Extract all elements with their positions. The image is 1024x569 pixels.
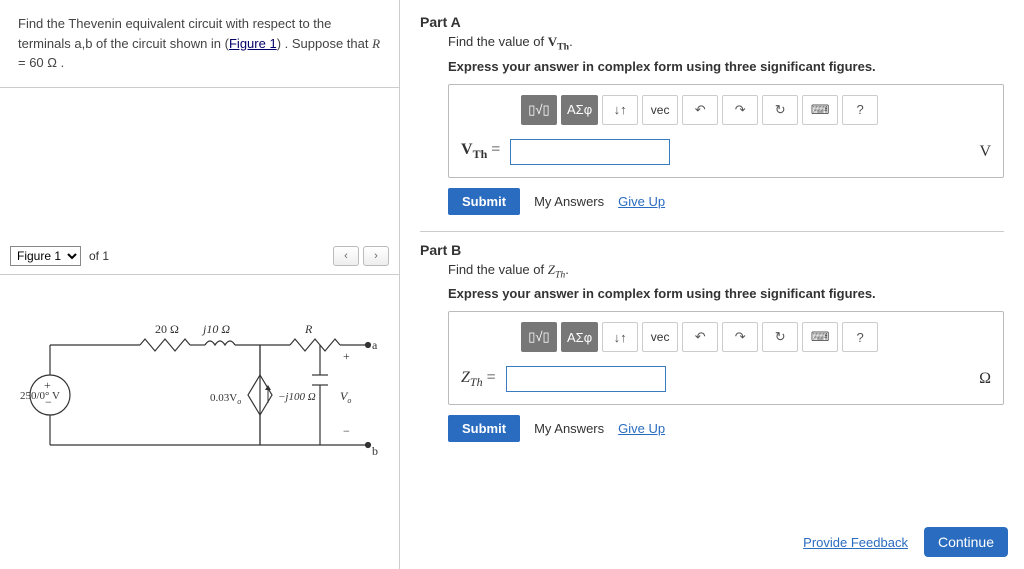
part-b-find: Find the value of ZTh. <box>448 262 1004 281</box>
part-b-input[interactable] <box>506 366 666 392</box>
part-a-unit: V <box>979 143 991 161</box>
part-a-title: Part A <box>420 14 1004 30</box>
svg-text:−: − <box>343 424 350 438</box>
undo-button[interactable]: ↶ <box>682 322 718 352</box>
svg-text:250/0° V: 250/0° V <box>20 390 60 402</box>
part-b-title: Part B <box>420 242 1004 258</box>
undo-button[interactable]: ↶ <box>682 95 718 125</box>
part-a-submit-row: Submit My Answers Give Up <box>448 188 1004 215</box>
part-a: Part A Find the value of VTh. Express yo… <box>420 14 1004 215</box>
help-button[interactable]: ? <box>842 95 878 125</box>
part-b-answer-box: ▯√▯ ΑΣφ ↓↑ vec ↶ ↷ ↻ ⌨ ? ZTh = Ω <box>448 311 1004 405</box>
figure-header: Figure 1 of 1 ‹ › <box>0 238 399 275</box>
figure-nav: ‹ › <box>333 246 389 266</box>
greek-button[interactable]: ΑΣφ <box>561 95 598 125</box>
figure-next-button[interactable]: › <box>363 246 389 266</box>
svg-text:a: a <box>372 338 378 352</box>
equals-text: = 60 <box>18 55 47 70</box>
part-a-give-up[interactable]: Give Up <box>618 194 665 209</box>
part-b-give-up[interactable]: Give Up <box>618 421 665 436</box>
part-b: Part B Find the value of ZTh. Express yo… <box>420 242 1004 443</box>
part-a-toolbar: ▯√▯ ΑΣφ ↓↑ vec ↶ ↷ ↻ ⌨ ? <box>521 95 991 125</box>
figure-prev-button[interactable]: ‹ <box>333 246 359 266</box>
right-panel: Part A Find the value of VTh. Express yo… <box>400 0 1024 464</box>
vec-button[interactable]: vec <box>642 95 678 125</box>
part-a-express: Express your answer in complex form usin… <box>448 59 1004 74</box>
part-b-submit-row: Submit My Answers Give Up <box>448 415 1004 442</box>
help-button[interactable]: ? <box>842 322 878 352</box>
part-a-find: Find the value of VTh. <box>448 34 1004 53</box>
templates-button[interactable]: ▯√▯ <box>521 95 557 125</box>
part-a-input-row: VTh = V <box>461 139 991 165</box>
svg-text:+: + <box>343 349 350 363</box>
keyboard-button[interactable]: ⌨ <box>802 322 838 352</box>
figure-link[interactable]: Figure 1 <box>229 36 277 51</box>
svg-text:R: R <box>304 322 313 336</box>
problem-statement: Find the Thevenin equivalent circuit wit… <box>0 0 399 88</box>
templates-button[interactable]: ▯√▯ <box>521 322 557 352</box>
problem-text-2: ) . Suppose that <box>277 36 372 51</box>
part-b-input-row: ZTh = Ω <box>461 366 991 392</box>
figure-of: of 1 <box>89 249 109 263</box>
left-panel: Find the Thevenin equivalent circuit wit… <box>0 0 400 569</box>
svg-text:0.03Vo: 0.03Vo <box>210 392 241 406</box>
greek-button[interactable]: ΑΣφ <box>561 322 598 352</box>
redo-button[interactable]: ↷ <box>722 95 758 125</box>
part-a-my-answers[interactable]: My Answers <box>534 194 604 209</box>
part-a-answer-box: ▯√▯ ΑΣφ ↓↑ vec ↶ ↷ ↻ ⌨ ? VTh = V <box>448 84 1004 178</box>
r-var: R <box>372 36 380 51</box>
separator <box>420 231 1004 232</box>
svg-text:20 Ω: 20 Ω <box>155 322 179 336</box>
svg-text:j10 Ω: j10 Ω <box>201 322 230 336</box>
footer: Provide Feedback Continue <box>803 527 1008 557</box>
reset-button[interactable]: ↻ <box>762 322 798 352</box>
svg-text:Vo: Vo <box>340 389 351 405</box>
part-b-submit-button[interactable]: Submit <box>448 415 520 442</box>
part-a-submit-button[interactable]: Submit <box>448 188 520 215</box>
period: . <box>57 55 64 70</box>
circuit-diagram: + − 250/0° V 20 Ω j10 Ω 0.03Vo R −j100 Ω… <box>0 275 399 498</box>
part-b-express: Express your answer in complex form usin… <box>448 286 1004 301</box>
part-b-toolbar: ▯√▯ ΑΣφ ↓↑ vec ↶ ↷ ↻ ⌨ ? <box>521 322 991 352</box>
provide-feedback-link[interactable]: Provide Feedback <box>803 535 908 550</box>
reset-button[interactable]: ↻ <box>762 95 798 125</box>
svg-text:−j100 Ω: −j100 Ω <box>278 391 316 403</box>
keyboard-button[interactable]: ⌨ <box>802 95 838 125</box>
ohm-symbol: Ω <box>47 55 57 70</box>
svg-text:b: b <box>372 444 378 458</box>
redo-button[interactable]: ↷ <box>722 322 758 352</box>
continue-button[interactable]: Continue <box>924 527 1008 557</box>
subscript-button[interactable]: ↓↑ <box>602 95 638 125</box>
part-a-input[interactable] <box>510 139 670 165</box>
part-b-unit: Ω <box>979 370 991 388</box>
part-a-var-label: VTh = <box>461 141 500 162</box>
subscript-button[interactable]: ↓↑ <box>602 322 638 352</box>
vec-button[interactable]: vec <box>642 322 678 352</box>
figure-select[interactable]: Figure 1 <box>10 246 81 266</box>
part-b-var-label: ZTh = <box>461 369 496 390</box>
part-b-my-answers[interactable]: My Answers <box>534 421 604 436</box>
